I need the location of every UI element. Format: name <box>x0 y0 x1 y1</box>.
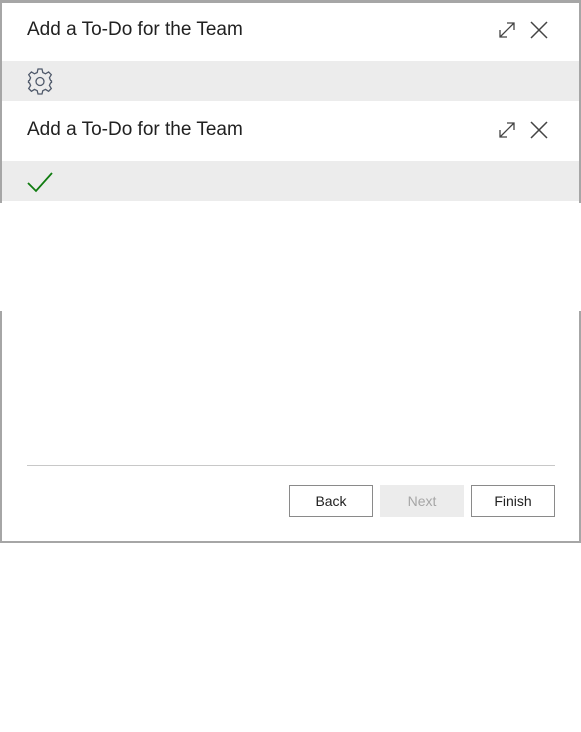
footer-divider <box>27 465 555 466</box>
close-button[interactable] <box>528 19 550 41</box>
expand-icon <box>499 22 515 38</box>
close-icon <box>530 21 548 39</box>
expand-button[interactable] <box>496 19 518 41</box>
wizard-dialog: Add a To-Do for the Team Add a To-Do for… <box>0 0 581 543</box>
checkmark-icon <box>27 172 53 193</box>
dialog-header: Add a To-Do for the Team <box>2 3 579 60</box>
status-band <box>2 61 579 101</box>
back-button[interactable]: Back <box>289 485 373 517</box>
expand-icon <box>499 122 515 138</box>
content-area <box>0 203 581 311</box>
dialog-title: Add a To-Do for the Team <box>27 19 243 40</box>
expand-button[interactable] <box>496 119 518 141</box>
dialog-header: Add a To-Do for the Team <box>2 103 579 160</box>
close-button[interactable] <box>528 119 550 141</box>
finish-button[interactable]: Finish <box>471 485 555 517</box>
close-icon <box>530 121 548 139</box>
next-button[interactable]: Next <box>380 485 464 517</box>
gear-icon <box>27 68 53 95</box>
status-band <box>2 161 579 201</box>
dialog-title: Add a To-Do for the Team <box>27 119 243 140</box>
